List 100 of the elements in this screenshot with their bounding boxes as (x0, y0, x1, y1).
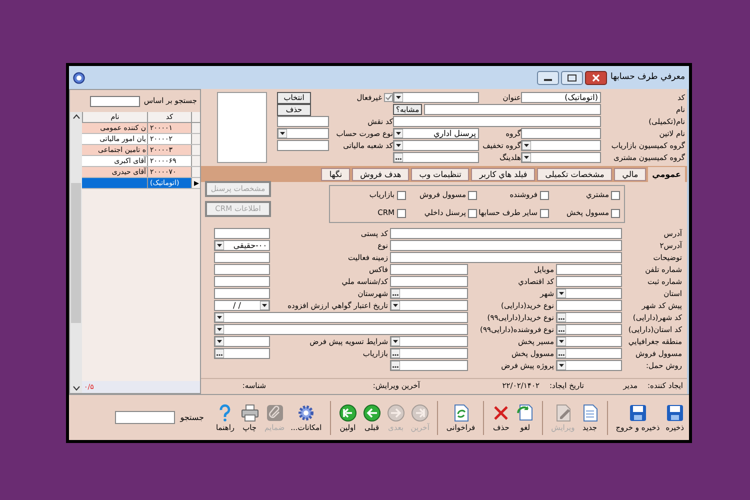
dropdown-arrow-icon (391, 337, 400, 346)
text-field[interactable] (521, 128, 601, 139)
lookup-field[interactable] (390, 348, 468, 359)
dropdown-field[interactable] (214, 336, 270, 347)
search-label: جستجو (180, 412, 204, 424)
dropdown-arrow-icon (522, 153, 531, 162)
dropdown-field[interactable] (556, 336, 622, 347)
checkbox[interactable] (396, 208, 406, 218)
dropdown-arrow-icon (394, 93, 403, 102)
dropdown-arrow-icon (522, 141, 531, 150)
checkbox[interactable] (540, 208, 548, 218)
text-field[interactable] (556, 276, 622, 287)
delete-icon (492, 404, 510, 422)
tab[interactable]: مالي (614, 168, 646, 181)
checkbox[interactable] (611, 190, 620, 200)
text-field[interactable] (390, 240, 622, 251)
text-field[interactable] (277, 116, 329, 127)
tab[interactable]: عمومي (648, 167, 685, 182)
dropdown-field[interactable]: پرسنل اداري (393, 128, 479, 139)
paperclip-icon (266, 404, 284, 422)
dropdown-field[interactable] (556, 360, 622, 371)
dropdown-field[interactable] (521, 140, 601, 151)
tab[interactable]: فیلد هاي کاربر (471, 168, 536, 181)
dropdown-field[interactable] (521, 152, 601, 163)
ellipsis-icon (391, 349, 400, 358)
text-field[interactable] (556, 264, 622, 275)
app-icon (73, 72, 85, 84)
ellipsis-icon (215, 349, 224, 358)
text-field[interactable] (390, 252, 622, 263)
ellipsis-icon (394, 153, 403, 162)
gear-icon (297, 404, 316, 422)
pen-icon (554, 404, 572, 422)
lookup-field[interactable] (556, 348, 622, 359)
tab[interactable]: مشخصات تکمیلی (537, 168, 612, 181)
dropdown-field[interactable] (214, 312, 468, 323)
dropdown-arrow-icon (557, 337, 566, 346)
dropdown-arrow-icon (215, 337, 224, 346)
dropdown-arrow-icon (391, 301, 400, 310)
dropdown-field[interactable] (277, 128, 329, 139)
dropdown-field[interactable] (393, 92, 479, 103)
checkbox[interactable] (468, 190, 477, 200)
dropdown-arrow-icon (557, 289, 566, 298)
dropdown-arrow-icon (260, 301, 269, 310)
first-icon (338, 404, 357, 422)
last-icon (411, 404, 430, 422)
dropdown-arrow-icon (215, 241, 224, 250)
date-field[interactable]: / / (214, 300, 270, 311)
window-title: معرفي طرف حسابها (610, 71, 685, 84)
dropdown-field[interactable]: ۰۰-حقیقی (214, 240, 270, 251)
text-field[interactable] (393, 116, 601, 127)
tab[interactable]: نگها (321, 168, 350, 181)
lookup-field[interactable] (214, 348, 270, 359)
text-field[interactable] (214, 264, 270, 275)
dropdown-arrow-icon (557, 361, 566, 370)
dropdown-field[interactable] (393, 140, 479, 151)
text-field[interactable] (214, 276, 270, 287)
check-icon (385, 94, 392, 101)
dropdown-field[interactable] (390, 300, 468, 311)
lookup-field[interactable] (390, 288, 468, 299)
lookup-field[interactable] (556, 312, 622, 323)
tab[interactable]: تنظیمات وب (411, 168, 470, 181)
previous-icon (362, 404, 381, 422)
ellipsis-icon (557, 349, 566, 358)
lookup-field[interactable] (393, 152, 479, 163)
dropdown-field[interactable] (214, 324, 468, 335)
text-field[interactable] (424, 104, 601, 115)
scrollbar-thumb[interactable] (71, 182, 81, 322)
refresh-icon (452, 404, 470, 422)
code-field[interactable]: (اتوماتیک) (521, 92, 601, 103)
dropdown-field[interactable] (556, 288, 622, 299)
text-field[interactable] (390, 228, 622, 239)
text-field[interactable] (556, 300, 622, 311)
ellipsis-icon (557, 313, 566, 322)
dropdown-field[interactable] (390, 336, 468, 347)
text-field[interactable] (214, 288, 270, 299)
checkbox[interactable] (384, 93, 393, 102)
checkbox[interactable] (468, 208, 477, 218)
scroll-down-icon (72, 386, 80, 391)
search-field[interactable] (90, 96, 140, 106)
text-field[interactable] (277, 140, 329, 151)
dropdown-arrow-icon (215, 313, 224, 322)
row-pointer-icon (194, 180, 198, 186)
close-icon (584, 70, 607, 84)
text-field[interactable] (214, 252, 270, 263)
maximize-icon (560, 70, 583, 84)
lookup-field[interactable] (390, 360, 468, 371)
document-icon (580, 404, 599, 422)
scrollbar[interactable] (70, 112, 82, 393)
text-field[interactable] (214, 228, 270, 239)
checkbox[interactable] (540, 190, 548, 200)
tab[interactable]: هدف فروش (352, 168, 410, 181)
next-icon (386, 404, 405, 422)
lookup-field[interactable] (556, 324, 622, 335)
checkbox[interactable] (611, 208, 620, 218)
text-field[interactable] (390, 264, 468, 275)
checkbox[interactable] (396, 190, 406, 200)
minimize-icon (536, 70, 559, 84)
search-field[interactable] (115, 411, 176, 424)
dropdown-arrow-icon (215, 325, 224, 334)
text-field[interactable] (390, 276, 468, 287)
